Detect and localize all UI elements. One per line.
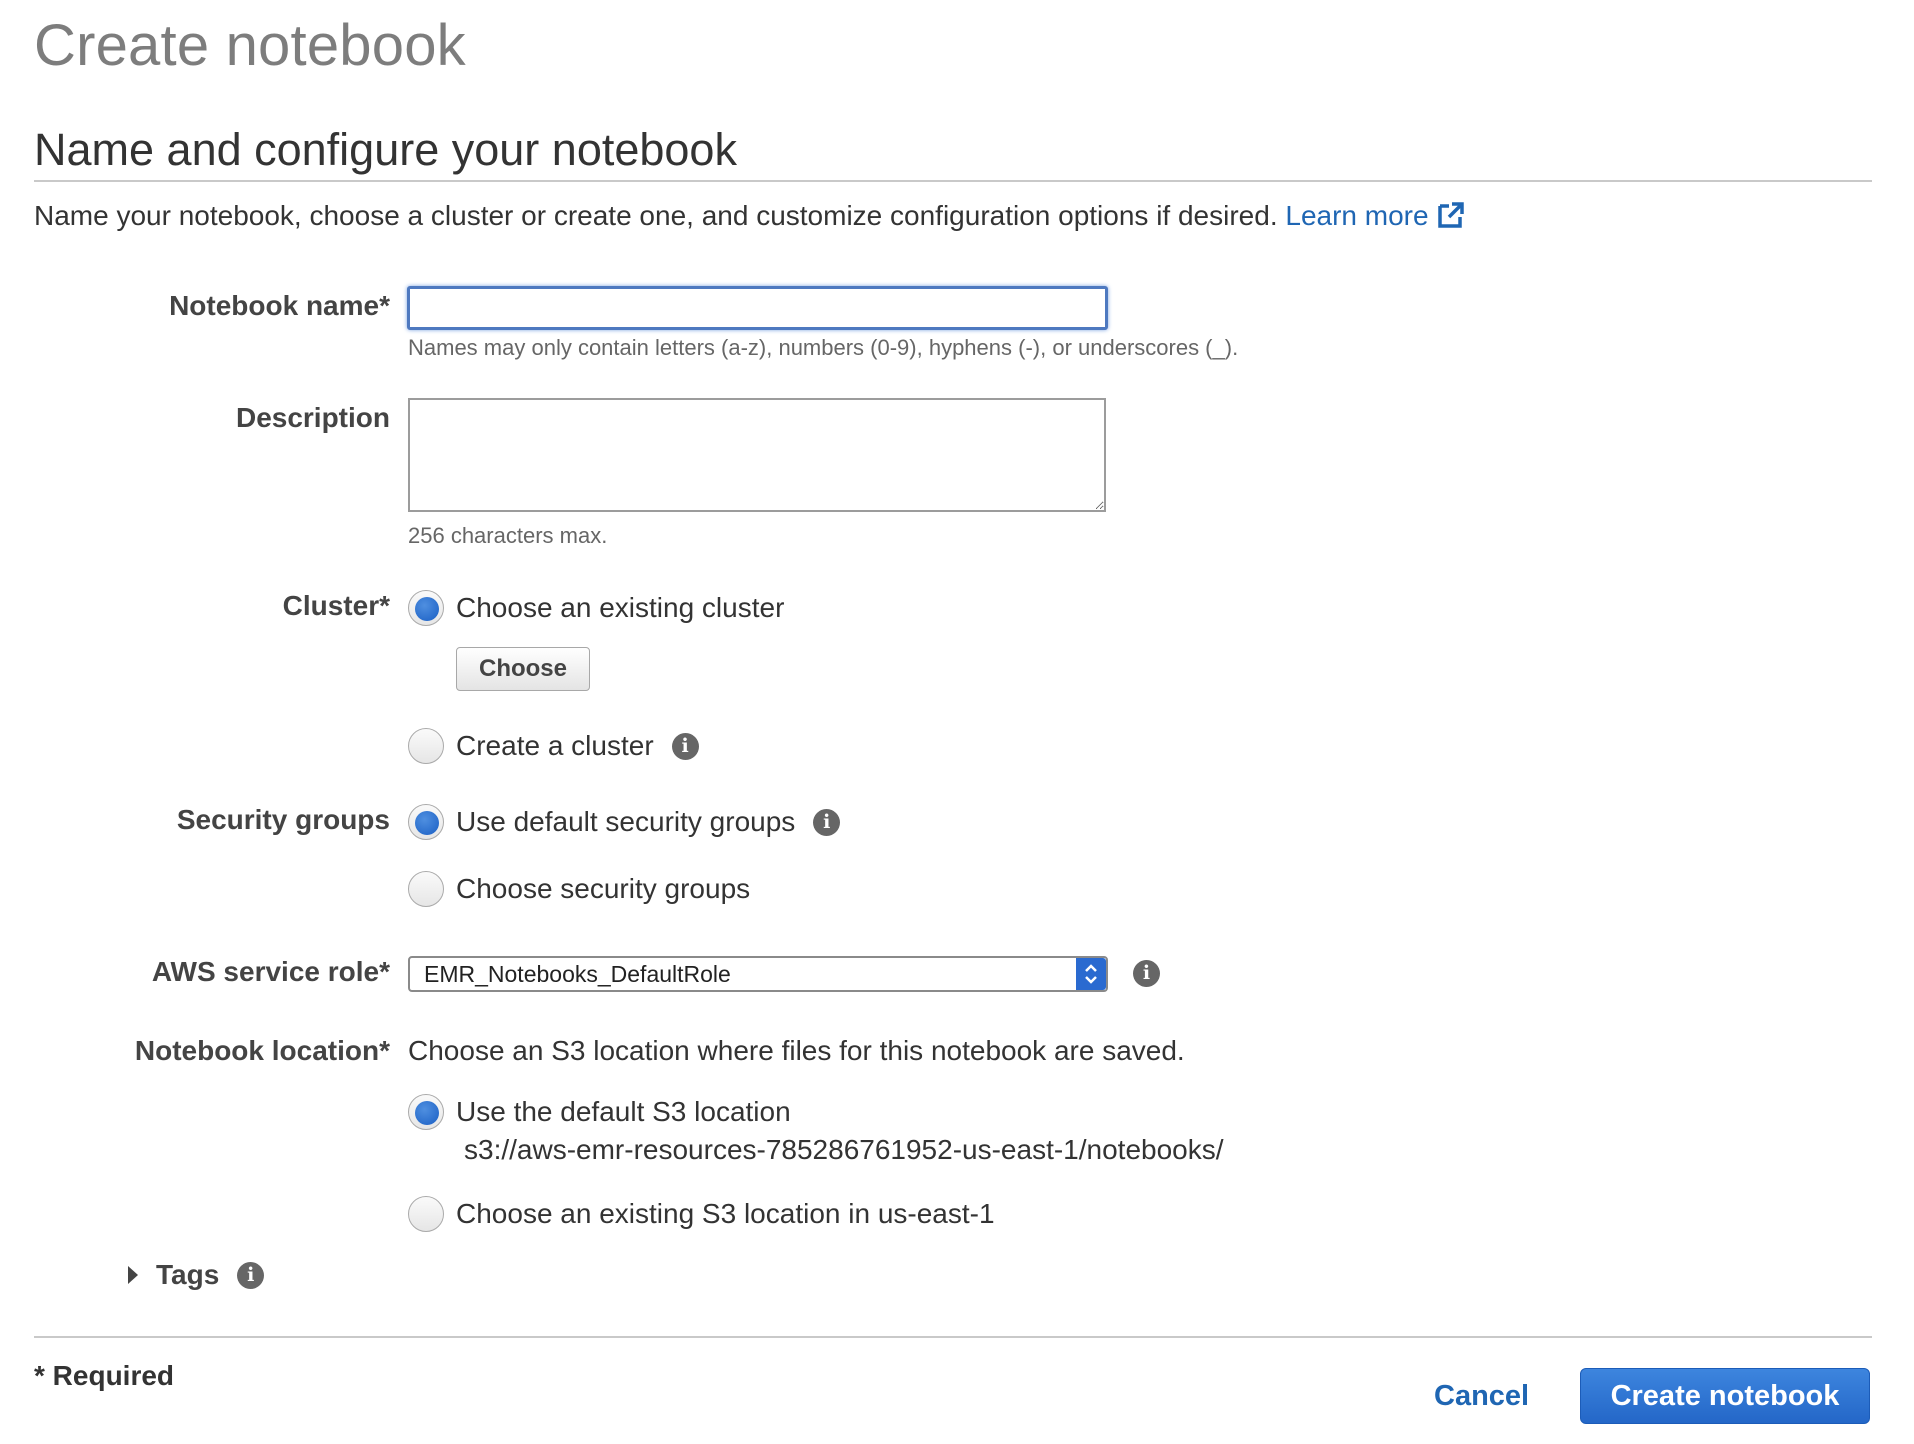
location-default-radio[interactable]	[408, 1094, 444, 1130]
select-updown-icon	[1076, 958, 1106, 990]
location-default-label: Use the default S3 location	[456, 1096, 791, 1127]
notebook-location-label: Notebook location*	[134, 1035, 390, 1066]
security-choose-label: Choose security groups	[456, 873, 751, 904]
notebook-name-input[interactable]	[407, 286, 1108, 330]
description-input[interactable]	[408, 398, 1106, 512]
location-option-existing[interactable]: Choose an existing S3 location in us-eas…	[408, 1196, 995, 1232]
notebook-name-label: Notebook name*	[169, 290, 390, 321]
security-choose-radio[interactable]	[408, 871, 444, 907]
service-role-label: AWS service role*	[151, 956, 390, 987]
page-title: Create notebook	[34, 13, 466, 78]
cluster-existing-radio[interactable]	[408, 590, 444, 626]
security-option-choose[interactable]: Choose security groups	[408, 871, 750, 907]
learn-more-label: Learn more	[1285, 200, 1429, 231]
choose-cluster-button[interactable]: Choose	[456, 647, 590, 691]
section-divider	[34, 180, 1872, 182]
security-option-default[interactable]: Use default security groups i	[408, 804, 841, 840]
notebook-location-description: Choose an S3 location where files for th…	[408, 1035, 1185, 1066]
service-role-select[interactable]: EMR_Notebooks_DefaultRole	[408, 956, 1108, 992]
caret-right-icon	[128, 1266, 138, 1284]
description-help: 256 characters max.	[408, 523, 608, 548]
info-icon[interactable]: i	[671, 732, 699, 760]
required-note: * Required	[34, 1360, 175, 1391]
location-existing-label: Choose an existing S3 location in us-eas…	[456, 1198, 995, 1229]
cluster-create-radio[interactable]	[408, 728, 444, 764]
create-notebook-button[interactable]: Create notebook	[1580, 1368, 1870, 1424]
cluster-option-existing[interactable]: Choose an existing cluster	[408, 590, 784, 626]
default-s3-path: s3://aws-emr-resources-785286761952-us-e…	[464, 1134, 1224, 1165]
intro-text: Name your notebook, choose a cluster or …	[34, 200, 1465, 232]
cluster-label: Cluster*	[282, 590, 390, 621]
footer-divider	[34, 1336, 1872, 1338]
description-label: Description	[235, 402, 390, 433]
section-title: Name and configure your notebook	[34, 124, 737, 175]
cluster-option-create[interactable]: Create a cluster i	[408, 728, 699, 764]
tags-label: Tags	[156, 1259, 220, 1290]
learn-more-link[interactable]: Learn more	[1285, 200, 1464, 231]
info-icon[interactable]: i	[813, 808, 841, 836]
notebook-name-help: Names may only contain letters (a-z), nu…	[408, 335, 1239, 360]
cluster-create-label: Create a cluster	[456, 730, 654, 761]
cluster-existing-label: Choose an existing cluster	[456, 592, 785, 623]
external-link-icon	[1437, 202, 1464, 228]
tags-expander[interactable]: Tags i	[128, 1259, 265, 1291]
security-default-radio[interactable]	[408, 804, 444, 840]
security-groups-label: Security groups	[176, 804, 390, 835]
location-option-default[interactable]: Use the default S3 location	[408, 1094, 791, 1130]
info-icon[interactable]: i	[237, 1261, 265, 1289]
security-default-label: Use default security groups	[456, 806, 796, 837]
info-icon[interactable]: i	[1133, 960, 1160, 987]
service-role-value: EMR_Notebooks_DefaultRole	[424, 960, 731, 987]
intro-description: Name your notebook, choose a cluster or …	[34, 200, 1278, 231]
cancel-button[interactable]: Cancel	[1434, 1380, 1529, 1413]
location-existing-radio[interactable]	[408, 1196, 444, 1232]
